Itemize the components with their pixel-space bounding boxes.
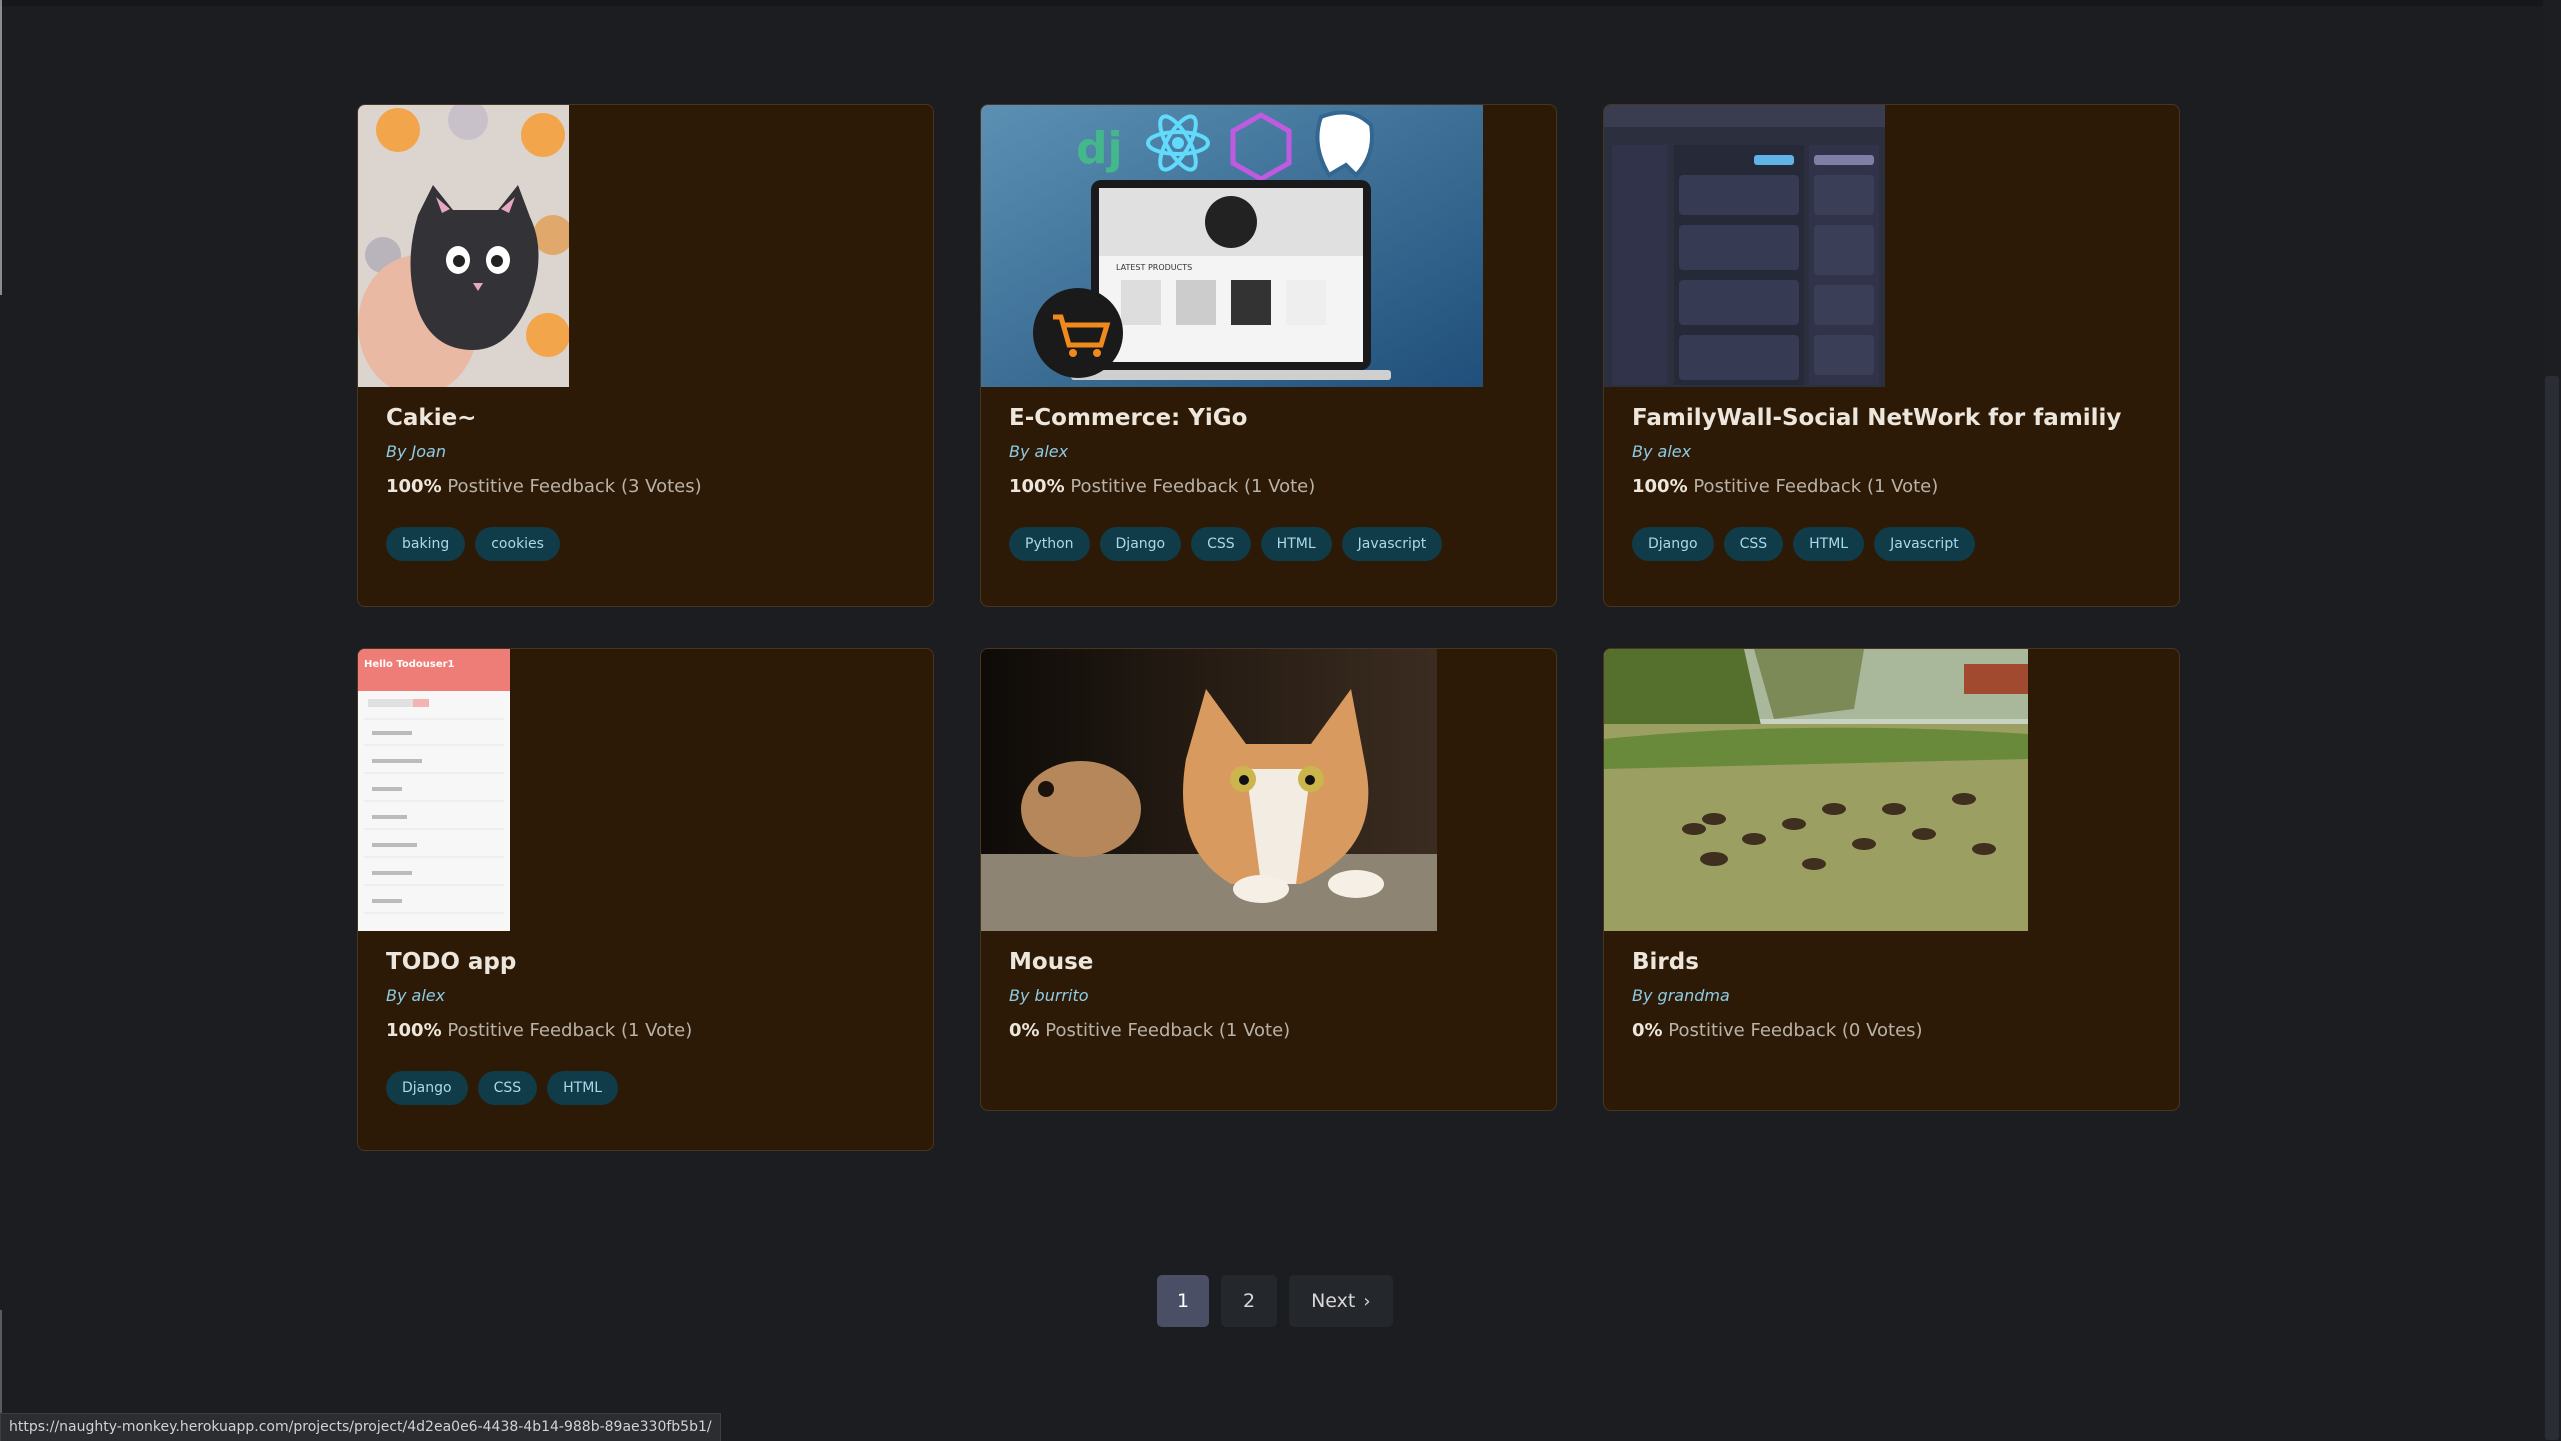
project-author: By burrito [1009,985,1528,1007]
page-1-button[interactable]: 1 [1157,1275,1209,1327]
by-label: By [1632,442,1653,461]
status-bar-url: https://naughty-monkey.herokuapp.com/pro… [0,1413,721,1441]
project-card[interactable]: Cakie~ By Joan 100% Postitive Feedback (… [357,104,934,607]
by-label: By [386,986,407,1005]
tag-list: Python Django CSS HTML Javascript [1009,527,1528,561]
feedback-summary: 100% Postitive Feedback (1 Vote) [1632,475,2151,499]
feedback-percent: 100% [1009,476,1065,497]
scrollbar[interactable] [2543,0,2561,1440]
feedback-percent: 100% [386,476,442,497]
project-title[interactable]: FamilyWall-Social NetWork for familiy [1632,403,2151,433]
tag-chip[interactable]: Python [1009,527,1090,561]
window-edge [0,0,2,295]
feedback-summary: 0% Postitive Feedback (1 Vote) [1009,1019,1528,1043]
feedback-text: Postitive Feedback (1 Vote) [1045,1020,1291,1041]
feedback-summary: 100% Postitive Feedback (3 Votes) [386,475,905,499]
feedback-summary: 0% Postitive Feedback (0 Votes) [1632,1019,2151,1043]
project-thumbnail[interactable] [1604,105,1885,387]
by-label: By [1632,986,1653,1005]
postgres-logo-icon [1315,110,1374,178]
tag-chip[interactable]: CSS [1723,527,1784,561]
tag-chip[interactable]: Django [1632,527,1714,561]
feedback-text: Postitive Feedback (3 Votes) [447,476,702,497]
tag-chip[interactable]: Javascript [1874,527,1975,561]
tag-list: Django CSS HTML [386,1071,905,1105]
author-link[interactable]: Joan [412,442,446,461]
tag-list: baking cookies [386,527,905,561]
by-label: By [1009,442,1030,461]
pagination: 1 2 Next › [1157,1275,1393,1327]
feedback-percent: 100% [1632,476,1688,497]
tag-chip[interactable]: HTML [1793,527,1865,561]
project-card[interactable]: dj LATEST PRODUCTS E-Commerce: YiGo By a… [980,104,1557,607]
project-thumbnail[interactable] [1604,649,2028,931]
tag-chip[interactable]: HTML [1260,527,1332,561]
shopping-cart-icon [1033,288,1123,378]
feedback-text: Postitive Feedback (1 Vote) [1693,476,1939,497]
project-thumbnail[interactable] [981,649,1437,931]
project-title[interactable]: TODO app [386,947,905,977]
tag-chip[interactable]: HTML [547,1071,619,1105]
tag-chip[interactable]: baking [386,527,466,561]
tag-chip[interactable]: Django [1099,527,1182,561]
project-title[interactable]: Mouse [1009,947,1528,977]
next-page-button[interactable]: Next › [1289,1275,1393,1327]
tag-chip[interactable]: cookies [475,527,560,561]
feedback-text: Postitive Feedback (1 Vote) [447,1020,693,1041]
svg-text:LATEST PRODUCTS: LATEST PRODUCTS [1116,263,1192,272]
svg-text:Hello Todouser1: Hello Todouser1 [364,659,455,670]
feedback-summary: 100% Postitive Feedback (1 Vote) [386,1019,905,1043]
tag-list: Django CSS HTML Javascript [1632,527,2151,561]
tag-chip[interactable]: CSS [1191,527,1251,561]
page-2-button[interactable]: 2 [1221,1275,1278,1327]
project-title[interactable]: E-Commerce: YiGo [1009,403,1528,433]
feedback-text: Postitive Feedback (0 Votes) [1668,1020,1923,1041]
feedback-summary: 100% Postitive Feedback (1 Vote) [1009,475,1528,499]
author-link[interactable]: burrito [1035,986,1089,1005]
scrollbar-thumb[interactable] [2545,376,2559,1440]
author-link[interactable]: alex [1658,442,1692,461]
project-author: By alex [1632,441,2151,463]
tag-chip[interactable]: Django [386,1071,468,1105]
by-label: By [386,442,407,461]
project-card[interactable]: Mouse By burrito 0% Postitive Feedback (… [980,648,1557,1111]
project-card[interactable]: FamilyWall-Social NetWork for familiy By… [1603,104,2180,607]
project-author: By Joan [386,441,905,463]
project-author: By alex [1009,441,1528,463]
author-link[interactable]: grandma [1658,986,1730,1005]
project-author: By grandma [1632,985,2151,1007]
top-bar [0,0,2561,6]
project-title[interactable]: Birds [1632,947,2151,977]
project-card[interactable]: Birds By grandma 0% Postitive Feedback (… [1603,648,2180,1111]
project-card[interactable]: Hello Todouser1 TODO app By alex 100% Po… [357,648,934,1151]
project-thumbnail[interactable] [358,105,569,387]
project-title[interactable]: Cakie~ [386,403,905,433]
author-link[interactable]: alex [412,986,446,1005]
author-link[interactable]: alex [1035,442,1069,461]
project-author: By alex [386,985,905,1007]
tag-chip[interactable]: CSS [477,1071,538,1105]
feedback-percent: 100% [386,1020,442,1041]
next-label: Next [1311,1290,1356,1312]
project-thumbnail[interactable]: Hello Todouser1 [358,649,510,931]
chevron-right-icon: › [1363,1290,1371,1312]
django-logo-icon: dj [1076,123,1123,174]
feedback-percent: 0% [1632,1020,1663,1041]
tag-chip[interactable]: Javascript [1341,527,1443,561]
feedback-text: Postitive Feedback (1 Vote) [1070,476,1316,497]
project-thumbnail[interactable]: dj LATEST PRODUCTS [981,105,1483,387]
feedback-percent: 0% [1009,1020,1040,1041]
by-label: By [1009,986,1030,1005]
